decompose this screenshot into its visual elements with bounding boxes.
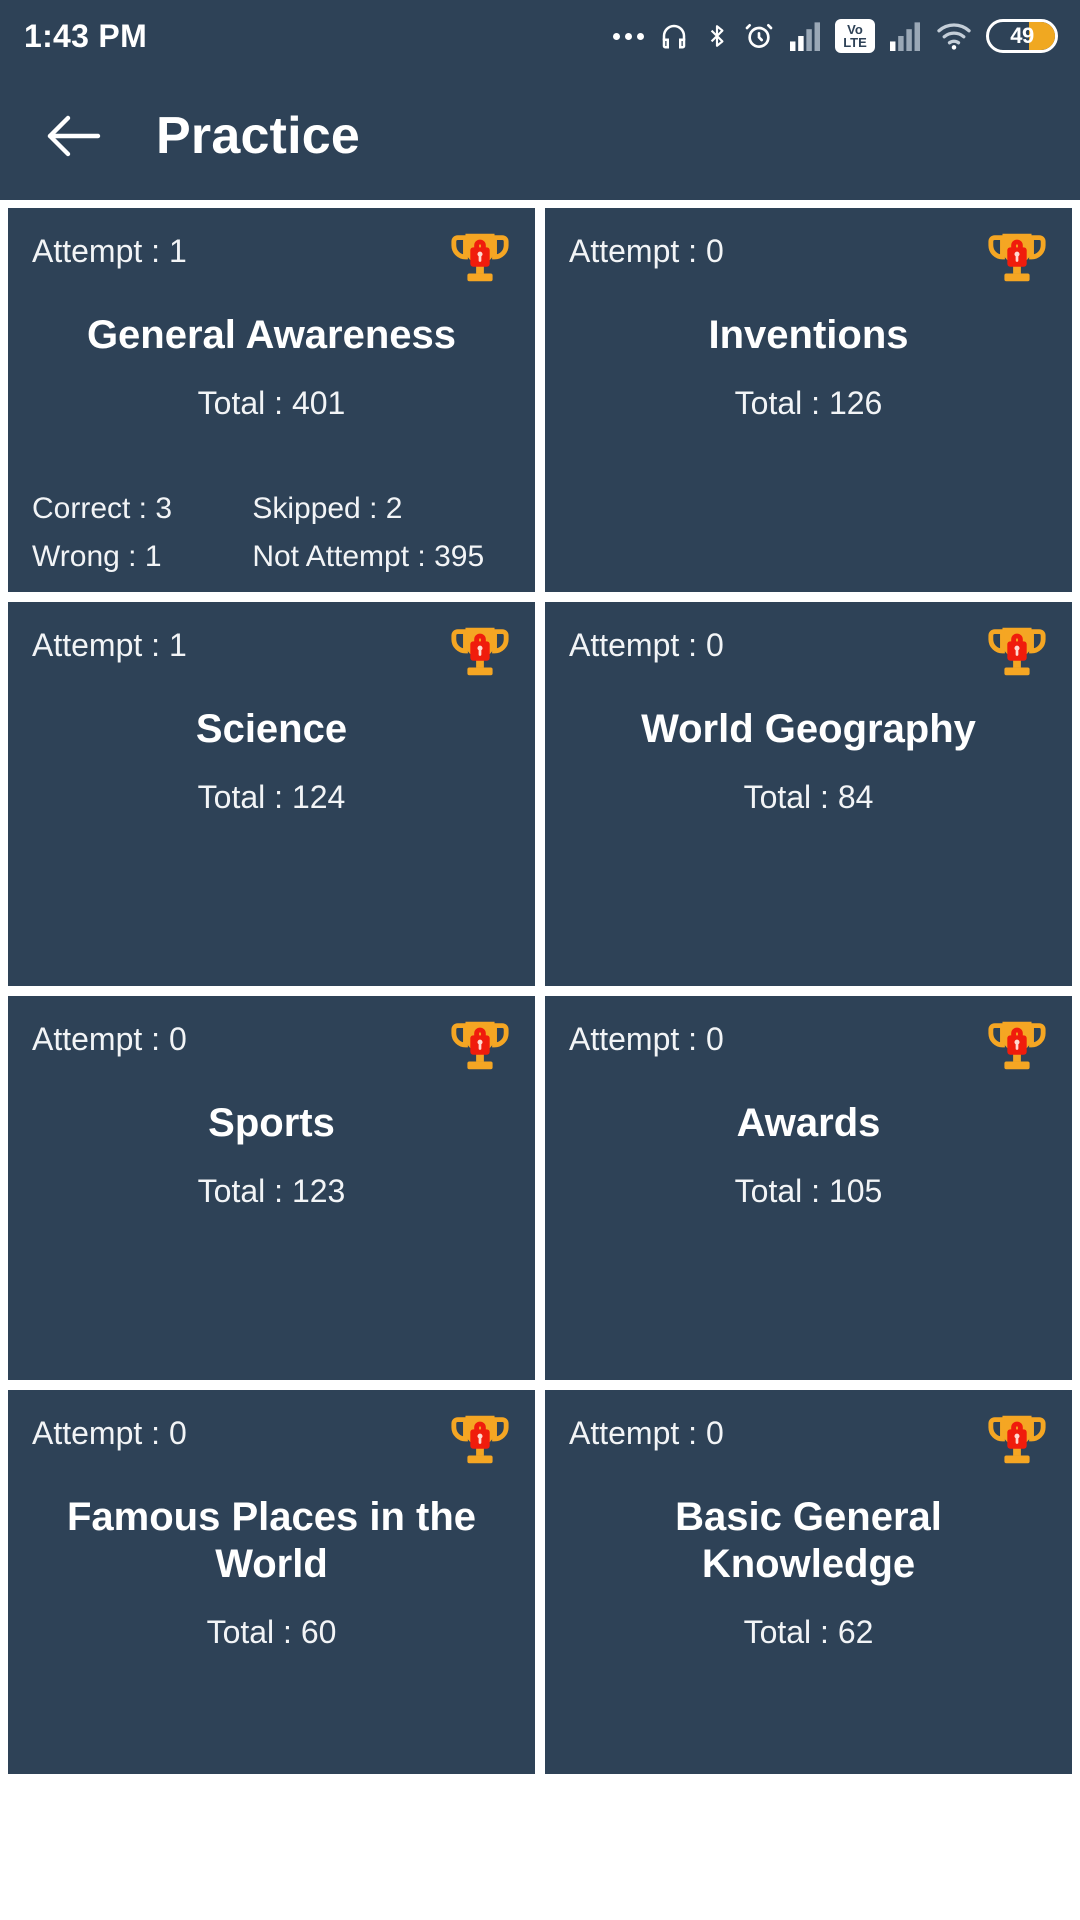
wifi-icon — [935, 21, 973, 51]
card-attempt-count: Attempt : 0 — [32, 1021, 187, 1057]
locked-trophy-icon — [988, 627, 1046, 676]
card-attempt-count: Attempt : 0 — [569, 233, 724, 269]
volte-bottom-text: LTE — [843, 35, 867, 50]
practice-card[interactable]: Attempt : 0 Basic General Knowledge Total … — [545, 1390, 1072, 1774]
card-title: General Awareness — [86, 313, 457, 357]
card-total-questions: Total : 62 — [743, 1614, 874, 1651]
card-total-questions: Total : 84 — [743, 779, 874, 816]
card-title: Sports — [208, 1101, 335, 1145]
card-header: Attempt : 0 — [569, 624, 1048, 682]
card-not-attempt: Not Attempt : 395 — [252, 540, 485, 573]
headphones-icon — [657, 21, 691, 51]
signal-bars-2-icon — [888, 21, 922, 51]
battery-level: 49 — [1010, 23, 1034, 48]
card-stats-row: Wrong : 1 Not Attempt : 395 — [32, 540, 511, 574]
practice-card[interactable]: Attempt : 0 Sports Total : 123 — [8, 996, 535, 1380]
card-header: Attempt : 1 — [32, 230, 511, 288]
locked-trophy-icon — [451, 1415, 509, 1464]
card-total-questions: Total : 124 — [197, 779, 346, 816]
card-attempt-count: Attempt : 0 — [569, 627, 724, 663]
bluetooth-icon — [704, 20, 730, 52]
card-correct: Correct : 3 — [32, 492, 173, 525]
card-total-questions: Total : 105 — [734, 1173, 883, 1210]
card-total-questions: Total : 126 — [734, 385, 883, 422]
card-header: Attempt : 0 — [569, 230, 1048, 288]
practice-card[interactable]: Attempt : 0 Inventions Total : 126 — [545, 208, 1072, 592]
card-header: Attempt : 0 — [569, 1018, 1048, 1076]
alarm-icon — [743, 20, 775, 52]
practice-card[interactable]: Attempt : 1 Science Total : 124 — [8, 602, 535, 986]
card-header: Attempt : 1 — [32, 624, 511, 682]
card-attempt-count: Attempt : 1 — [32, 233, 187, 269]
status-bar-clock: 1:43 PM — [24, 17, 148, 54]
practice-card[interactable]: Attempt : 0 Famous Places in the World Tot… — [8, 1390, 535, 1774]
card-wrong: Wrong : 1 — [32, 540, 162, 573]
back-arrow-icon[interactable] — [46, 108, 102, 164]
page-title: Practice — [156, 107, 360, 165]
practice-card[interactable]: Attempt : 0 World Geography Total : 84 — [545, 602, 1072, 986]
status-bar-icons: Vo LTE 49 — [613, 19, 1058, 53]
signal-bars-icon — [788, 21, 822, 51]
status-bar: 1:43 PM Vo LTE 49 — [0, 0, 1080, 72]
card-header: Attempt : 0 — [32, 1018, 511, 1076]
locked-trophy-icon — [451, 233, 509, 282]
card-attempt-count: Attempt : 1 — [32, 627, 187, 663]
card-title: Awards — [736, 1101, 881, 1145]
practice-card[interactable]: Attempt : 0 Awards Total : 105 — [545, 996, 1072, 1380]
card-title: Famous Places in the World — [66, 1495, 477, 1587]
card-title: Inventions — [708, 313, 909, 357]
battery-icon: 49 — [986, 19, 1058, 53]
card-total-questions: Total : 60 — [206, 1614, 337, 1651]
locked-trophy-icon — [988, 233, 1046, 282]
practice-screen: 1:43 PM Vo LTE 49 Practice Attempt: 1 G… — [0, 0, 1080, 1920]
locked-trophy-icon — [451, 627, 509, 676]
practice-card-grid: Attempt : 1 General Awareness Total : 401 C… — [0, 200, 1080, 1920]
card-header: Attempt : 0 — [32, 1412, 511, 1470]
card-skipped: Skipped : 2 — [252, 492, 403, 525]
more-dots-icon — [613, 32, 644, 40]
card-title: Basic General Knowledge — [675, 1495, 942, 1587]
card-stats: Correct : 3 Skipped : 2 Wrong : 1 Not Attem… — [32, 478, 511, 574]
volte-icon: Vo LTE — [835, 19, 875, 53]
card-attempt-count: Attempt : 0 — [569, 1415, 724, 1451]
locked-trophy-icon — [451, 1021, 509, 1070]
card-total-questions: Total : 123 — [197, 1173, 346, 1210]
card-attempt-count: Attempt : 0 — [32, 1415, 187, 1451]
card-header: Attempt : 0 — [569, 1412, 1048, 1470]
card-title: World Geography — [641, 707, 976, 751]
card-attempt-count: Attempt : 0 — [569, 1021, 724, 1057]
app-bar: Practice — [0, 72, 1080, 200]
locked-trophy-icon — [988, 1021, 1046, 1070]
practice-card[interactable]: Attempt : 1 General Awareness Total : 401 C… — [8, 208, 535, 592]
card-total-questions: Total : 401 — [197, 385, 346, 422]
card-stats-row: Correct : 3 Skipped : 2 — [32, 492, 511, 526]
locked-trophy-icon — [988, 1415, 1046, 1464]
card-title: Science — [195, 707, 348, 751]
